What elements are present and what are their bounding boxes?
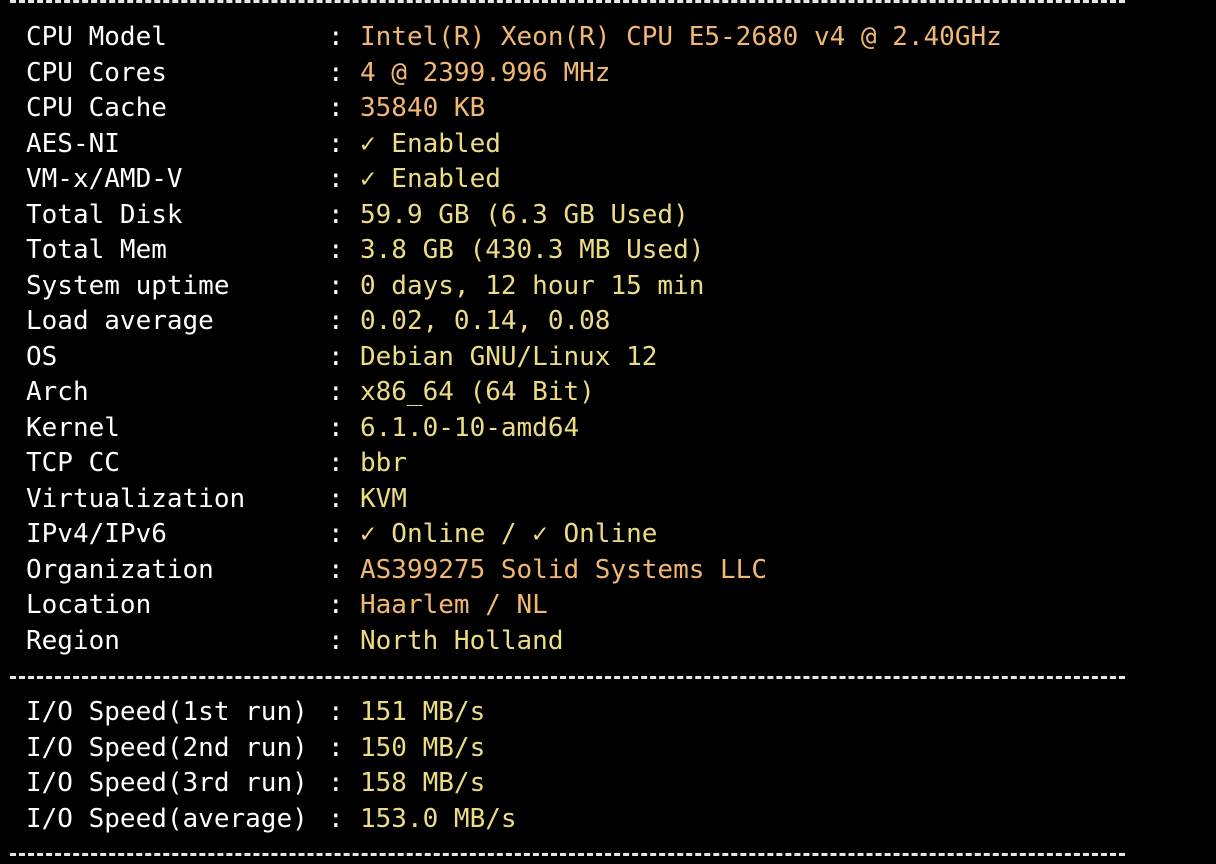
io-row-2nd-run: I/O Speed(2nd run):150 MB/s bbox=[26, 731, 517, 767]
row-value: Debian GNU/Linux 12 bbox=[360, 341, 658, 372]
row-value: ✓ Enabled bbox=[360, 164, 501, 194]
row-label: Location bbox=[26, 590, 152, 620]
row-separator: : bbox=[328, 519, 344, 549]
row-label: Organization bbox=[26, 554, 214, 585]
row-separator: : bbox=[328, 625, 344, 656]
info-row-load-average: Load average:0.02, 0.14, 0.08 bbox=[26, 304, 1002, 340]
info-row-cpu-cache: CPU Cache:35840 KB bbox=[26, 91, 1002, 127]
info-row-system-uptime: System uptime:0 days, 12 hour 15 min bbox=[26, 269, 1002, 305]
row-value: bbr bbox=[360, 448, 407, 478]
info-row-virtualization: Virtualization: KVM bbox=[26, 482, 1002, 518]
row-value: 59.9 GB (6.3 GB Used) bbox=[360, 199, 689, 230]
terminal-window: CPU Model: Intel(R) Xeon(R) CPU E5-2680 v… bbox=[0, 0, 1216, 864]
row-label: I/O Speed(average) bbox=[26, 803, 308, 834]
row-separator: : bbox=[328, 57, 344, 88]
row-separator: : bbox=[328, 697, 344, 727]
row-separator: : bbox=[328, 732, 344, 763]
row-label: AES-NI bbox=[26, 128, 120, 159]
row-separator: : bbox=[328, 341, 344, 372]
row-value: 0.02, 0.14, 0.08 bbox=[360, 306, 611, 336]
info-row-organization: Organization: AS399275 Solid Systems LLC bbox=[26, 553, 1002, 589]
row-label: System uptime bbox=[26, 270, 230, 301]
io-row-3rd-run: I/O Speed(3rd run):158 MB/s bbox=[26, 766, 517, 802]
io-row-average: I/O Speed(average):153.0 MB/s bbox=[26, 802, 517, 838]
system-info-block: CPU Model: Intel(R) Xeon(R) CPU E5-2680 v… bbox=[26, 20, 1002, 659]
row-separator: : bbox=[328, 412, 344, 443]
row-label: CPU Model bbox=[26, 22, 167, 52]
row-value: x86_64 (64 Bit) bbox=[360, 377, 595, 407]
info-row-cpu-cores: CPU Cores:4 @ 2399.996 MHz bbox=[26, 56, 1002, 92]
row-label: VM-x/AMD-V bbox=[26, 164, 183, 194]
row-separator: : bbox=[328, 448, 344, 478]
row-separator: : bbox=[328, 803, 344, 834]
row-value: KVM bbox=[360, 483, 407, 514]
row-separator: : bbox=[328, 93, 344, 123]
info-row-location: Location: Haarlem / NL bbox=[26, 588, 1002, 624]
row-label: Total Disk bbox=[26, 199, 183, 230]
row-label: Kernel bbox=[26, 412, 120, 443]
row-label: I/O Speed(2nd run) bbox=[26, 732, 308, 763]
dashed-separator-top bbox=[10, 0, 1125, 3]
row-separator: : bbox=[328, 590, 344, 620]
row-separator: : bbox=[328, 22, 344, 52]
info-row-cpu-model: CPU Model: Intel(R) Xeon(R) CPU E5-2680 v… bbox=[26, 20, 1002, 56]
row-separator: : bbox=[328, 128, 344, 159]
row-label: IPv4/IPv6 bbox=[26, 519, 167, 549]
row-separator: : bbox=[328, 377, 344, 407]
info-row-os: OS: Debian GNU/Linux 12 bbox=[26, 340, 1002, 376]
info-row-ipv4-ipv6: IPv4/IPv6: ✓ Online / ✓ Online bbox=[26, 517, 1002, 553]
info-row-total-mem: Total Mem:3.8 GB (430.3 MB Used) bbox=[26, 233, 1002, 269]
row-label: Arch bbox=[26, 377, 89, 407]
row-label: Total Mem bbox=[26, 235, 167, 265]
info-row-aes-ni: AES-NI: ✓ Enabled bbox=[26, 127, 1002, 163]
row-value: 3.8 GB (430.3 MB Used) bbox=[360, 235, 705, 265]
row-value: AS399275 Solid Systems LLC bbox=[360, 554, 767, 585]
io-speed-block: I/O Speed(1st run):151 MB/s I/O Speed(2n… bbox=[26, 695, 517, 837]
row-label: Virtualization bbox=[26, 483, 246, 514]
info-row-vm-x: VM-x/AMD-V: ✓ Enabled bbox=[26, 162, 1002, 198]
row-value: 35840 KB bbox=[360, 93, 486, 123]
info-row-kernel: Kernel:6.1.0-10-amd64 bbox=[26, 411, 1002, 447]
row-value: 151 MB/s bbox=[360, 697, 486, 727]
row-separator: : bbox=[328, 164, 344, 194]
row-value: 0 days, 12 hour 15 min bbox=[360, 270, 705, 301]
io-row-1st-run: I/O Speed(1st run):151 MB/s bbox=[26, 695, 517, 731]
dashed-separator-bottom bbox=[10, 853, 1125, 856]
row-label: Load average bbox=[26, 306, 214, 336]
row-separator: : bbox=[328, 306, 344, 336]
dashed-separator-middle bbox=[10, 676, 1125, 679]
row-label: CPU Cache bbox=[26, 93, 167, 123]
row-value: 150 MB/s bbox=[360, 732, 486, 763]
row-separator: : bbox=[328, 199, 344, 230]
row-label: I/O Speed(3rd run) bbox=[26, 768, 308, 798]
row-label: I/O Speed(1st run) bbox=[26, 697, 308, 727]
row-value: ✓ Enabled bbox=[360, 128, 501, 159]
row-value: 4 @ 2399.996 MHz bbox=[360, 57, 611, 88]
row-separator: : bbox=[328, 235, 344, 265]
row-label: CPU Cores bbox=[26, 57, 167, 88]
info-row-total-disk: Total Disk:59.9 GB (6.3 GB Used) bbox=[26, 198, 1002, 234]
row-value: 153.0 MB/s bbox=[360, 803, 517, 834]
info-row-arch: Arch: x86_64 (64 Bit) bbox=[26, 375, 1002, 411]
row-label: Region bbox=[26, 625, 120, 656]
row-value: North Holland bbox=[360, 625, 564, 656]
row-separator: : bbox=[328, 768, 344, 798]
row-separator: : bbox=[328, 483, 344, 514]
row-value: Haarlem / NL bbox=[360, 590, 548, 620]
row-separator: : bbox=[328, 270, 344, 301]
row-value: Intel(R) Xeon(R) CPU E5-2680 v4 @ 2.40GH… bbox=[360, 22, 1002, 52]
info-row-tcp-cc: TCP CC: bbr bbox=[26, 446, 1002, 482]
info-row-region: Region: North Holland bbox=[26, 624, 1002, 660]
row-label: OS bbox=[26, 341, 58, 372]
row-label: TCP CC bbox=[26, 448, 120, 478]
row-value: ✓ Online / ✓ Online bbox=[360, 519, 658, 549]
row-separator: : bbox=[328, 554, 344, 585]
row-value: 6.1.0-10-amd64 bbox=[360, 412, 580, 443]
row-value: 158 MB/s bbox=[360, 768, 486, 798]
